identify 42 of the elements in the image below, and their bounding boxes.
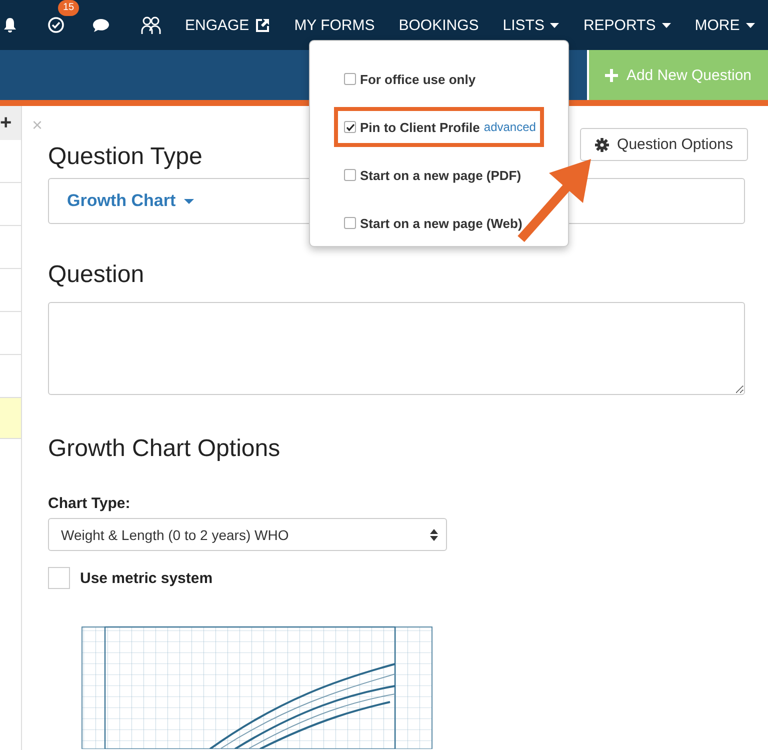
checkbox[interactable]	[344, 73, 356, 85]
checkbox[interactable]	[344, 217, 356, 229]
nav-link[interactable]: ENGAGE	[185, 16, 270, 34]
question-options-button[interactable]: Question Options	[580, 128, 748, 161]
nav-link[interactable]: MORE	[694, 16, 755, 34]
caret-icon	[662, 22, 671, 28]
advanced-link[interactable]: advanced	[484, 120, 536, 134]
nav-link[interactable]: LISTS	[502, 16, 560, 34]
option-row[interactable]: Pin to Client Profile advanced	[334, 107, 544, 147]
nav-link[interactable]: MY FORMS	[294, 16, 375, 34]
caret-icon	[746, 22, 755, 28]
option-label: Start on a new page (PDF)	[360, 168, 522, 182]
bell-icon[interactable]	[3, 17, 17, 33]
nav-link[interactable]: REPORTS	[583, 16, 671, 34]
external-link-icon	[255, 18, 270, 32]
option-label: Pin to Client Profile	[360, 120, 480, 134]
chat-icon[interactable]	[92, 18, 110, 32]
question-text-field[interactable]	[48, 302, 745, 395]
notification-badge: 15	[58, 0, 80, 16]
checkbox[interactable]	[344, 121, 356, 133]
option-row[interactable]: Start on a new page (Web)	[334, 203, 544, 243]
field-label: Chart Type:	[48, 495, 132, 512]
caret-icon	[184, 198, 194, 204]
checkbox[interactable]	[344, 169, 356, 181]
nav-link[interactable]: BOOKINGS	[398, 16, 479, 34]
chart-type-select[interactable]: Weight & Length (0 to 2 years) WHO	[48, 518, 447, 551]
section-heading: Growth Chart Options	[48, 435, 282, 463]
option-label: For office use only	[360, 72, 476, 86]
section-heading: Question	[48, 261, 146, 289]
checkbox[interactable]	[48, 567, 70, 589]
people-icon[interactable]	[140, 15, 162, 35]
gear-icon	[595, 138, 610, 152]
option-row[interactable]: For office use only	[334, 59, 544, 99]
sidebar-row[interactable]	[0, 398, 21, 439]
option-label: Start on a new page (Web)	[360, 216, 522, 230]
checkbox-label: Use metric system	[80, 570, 213, 586]
section-heading: Question Type	[48, 143, 202, 171]
option-row[interactable]: Start on a new page (PDF)	[334, 155, 544, 195]
plus-icon	[605, 68, 618, 82]
up-down-arrows-icon	[430, 528, 438, 540]
check-circle-icon[interactable]	[47, 16, 65, 34]
caret-icon	[550, 22, 560, 28]
